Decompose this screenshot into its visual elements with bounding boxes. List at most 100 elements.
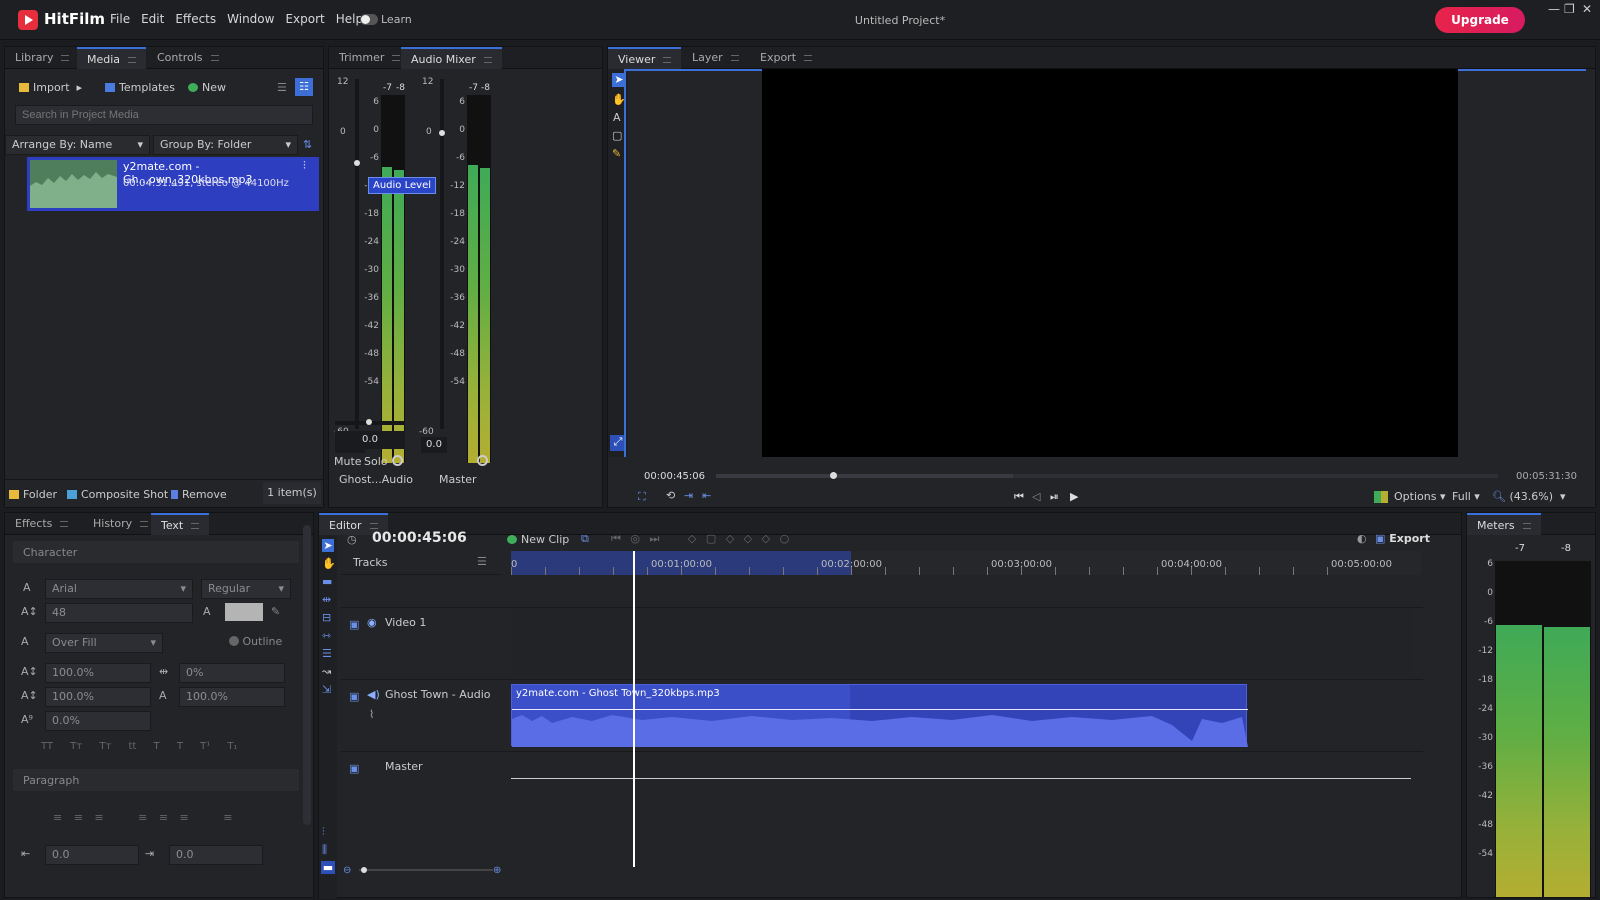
tab-controls[interactable]: Controls — [147, 47, 229, 69]
pen-tool-icon[interactable]: ✎ — [612, 147, 621, 160]
select-tool-icon[interactable]: ➤ — [322, 539, 334, 552]
loop-icon[interactable]: ⟲ — [666, 489, 675, 502]
viewer-color-icon[interactable] — [1374, 491, 1388, 503]
tab-history[interactable]: History — [83, 513, 158, 535]
ripple-tool-icon[interactable]: ⊟ — [322, 611, 331, 624]
search-media-input[interactable] — [15, 105, 313, 125]
timeline-playhead[interactable] — [633, 551, 635, 867]
step-forward-icon[interactable]: ⏯ — [1050, 490, 1059, 504]
tab-library[interactable]: Library — [5, 47, 79, 69]
text-color-swatch[interactable] — [225, 603, 263, 621]
tab-audio-mixer[interactable]: Audio Mixer — [401, 47, 502, 69]
outline-toggle[interactable]: Outline — [229, 635, 282, 648]
link-tool-icon[interactable]: ↝ — [322, 665, 331, 678]
detail-view-icon[interactable]: ☷ — [295, 78, 313, 96]
video-canvas[interactable] — [762, 69, 1458, 457]
zoom-slider[interactable]: ⊖ ⊕ — [343, 865, 503, 876]
mask-tool-icon[interactable]: ▢ — [612, 129, 622, 142]
new-folder-button[interactable]: Folder — [9, 488, 57, 501]
menu-file[interactable]: File — [110, 12, 130, 26]
menu-edit[interactable]: Edit — [141, 12, 164, 26]
lock-icon[interactable]: ▣ — [349, 690, 359, 703]
levels-icon[interactable]: ⫼ — [322, 843, 327, 857]
slip-tool-icon[interactable]: ⇹ — [322, 593, 331, 606]
mixer-icon[interactable]: ⫶ — [303, 159, 306, 173]
fill-mode-select[interactable]: Over Fill ▾ — [45, 633, 163, 653]
master-volume-line[interactable] — [511, 778, 1411, 779]
tab-text[interactable]: Text — [151, 513, 210, 535]
indent-left-input[interactable]: 0.0 — [45, 845, 139, 865]
font-size-input[interactable]: 48 — [45, 603, 193, 623]
menu-window[interactable]: Window — [227, 12, 274, 26]
video-track-lane[interactable] — [511, 608, 1411, 676]
volume-line[interactable] — [512, 709, 1248, 710]
zoom-out-icon[interactable]: ⊖ — [343, 865, 351, 876]
ch2-record-icon[interactable] — [477, 455, 488, 466]
remove-button[interactable]: Remove — [171, 488, 227, 501]
zoom-handle[interactable] — [361, 867, 367, 873]
set-out-icon[interactable]: ⇤ — [702, 489, 711, 502]
viewer-playhead[interactable] — [829, 472, 837, 479]
fit-icon[interactable]: ⛶ — [638, 490, 646, 504]
templates-button[interactable]: Templates — [105, 81, 175, 94]
viewer-scrubber[interactable] — [716, 472, 1498, 479]
ch1-pan-handle[interactable] — [366, 419, 372, 425]
track-tool-icon[interactable]: ⇲ — [322, 683, 331, 696]
sort-icon[interactable]: ⇅ — [303, 138, 312, 151]
tab-meters[interactable]: Meters — [1467, 513, 1541, 535]
text-panel-scrollbar[interactable] — [303, 525, 311, 825]
zoom-dropdown[interactable]: 🔍︎ (43.6%) ▾ — [1492, 490, 1566, 503]
character-section[interactable]: Character — [13, 541, 299, 563]
tab-layer[interactable]: Layer — [682, 47, 749, 69]
restore-icon[interactable]: ❐ — [1564, 2, 1575, 16]
slice-tool-icon[interactable]: ▬ — [322, 575, 332, 588]
tab-effects[interactable]: Effects — [5, 513, 78, 535]
ch1-pan-readout[interactable]: 0.0 — [335, 431, 405, 449]
roll-tool-icon[interactable]: ⇿ — [322, 629, 331, 642]
timeline-ruler[interactable]: 0 00:01:00:00 00:02:00:00 00:03:00:00 00:04… — [511, 551, 1421, 575]
resolution-dropdown[interactable]: Full ▾ — [1452, 490, 1480, 503]
options-dropdown[interactable]: Options ▾ — [1394, 490, 1445, 503]
text-tool-icon[interactable]: A — [613, 111, 621, 124]
new-clip-button[interactable]: New Clip — [507, 533, 569, 546]
play-icon[interactable]: ▶ — [1070, 490, 1078, 503]
text-style-buttons[interactable]: TT Tт Tт tt T T T¹ T₁ — [41, 741, 238, 752]
lock-icon[interactable]: ▣ — [349, 762, 359, 775]
menu-effects[interactable]: Effects — [175, 12, 216, 26]
keyframe-controls[interactable]: ⏮ ◎ ⏭ ◇ ▢ ◇ ◇ ◇ ○ — [611, 532, 789, 546]
font-select[interactable]: Arial ▾ — [45, 579, 193, 599]
ch1-record-icon[interactable] — [392, 455, 403, 466]
upgrade-button[interactable]: Upgrade — [1435, 7, 1525, 33]
paragraph-section[interactable]: Paragraph — [13, 769, 299, 791]
hand-tool-icon[interactable]: ✋ — [322, 557, 336, 570]
eyedropper-icon[interactable]: ✎ — [271, 605, 280, 618]
rate-tool-icon[interactable]: ☰ — [322, 647, 332, 660]
go-start-icon[interactable]: ⏮ — [1014, 490, 1024, 504]
baseline-input[interactable]: 0.0% — [45, 711, 151, 731]
audio-clip[interactable]: y2mate.com - Ghost Town_320kbps.mp3 — [511, 684, 1248, 747]
composite-shot-button[interactable]: Composite Shot — [67, 488, 168, 501]
layers-icon[interactable]: ⧉ — [581, 532, 589, 546]
menu-export[interactable]: Export — [285, 12, 324, 26]
group-select[interactable]: Group By: Folder ▾ — [153, 135, 298, 155]
waveform-toggle-icon[interactable]: ⌇ — [369, 708, 374, 721]
tab-media[interactable]: Media — [77, 47, 147, 69]
ch2-value[interactable]: 0.0 — [421, 437, 447, 453]
font-style-select[interactable]: Regular ▾ — [201, 579, 291, 599]
import-button[interactable]: Import ▸ — [19, 81, 82, 94]
media-item[interactable]: y2mate.com - Gh...own_320kbps.mp3 00:04:… — [27, 157, 319, 211]
align-buttons[interactable]: ≡ ≡ ≡ ≡ ≡ ≡ ≡ — [53, 811, 232, 824]
minimize-icon[interactable]: — — [1548, 2, 1560, 16]
step-back-icon[interactable]: ◁ — [1032, 490, 1040, 503]
learn-toggle[interactable] — [360, 14, 378, 25]
speaker-icon[interactable]: ◀) — [367, 688, 380, 701]
list-view-icon[interactable]: ☰ — [277, 81, 287, 94]
scale-h-input[interactable]: 100.0% — [45, 663, 151, 683]
tab-trimmer[interactable]: Trimmer — [329, 47, 410, 69]
indent-right-input[interactable]: 0.0 — [169, 845, 263, 865]
close-icon[interactable]: ✕ — [1582, 2, 1592, 16]
tab-viewer[interactable]: Viewer — [608, 47, 682, 69]
solo-button[interactable]: Solo — [364, 455, 388, 468]
editor-current-time[interactable]: 00:00:45:06 — [372, 530, 467, 546]
mixer-toggle-icon[interactable]: ⫶ — [322, 825, 325, 839]
